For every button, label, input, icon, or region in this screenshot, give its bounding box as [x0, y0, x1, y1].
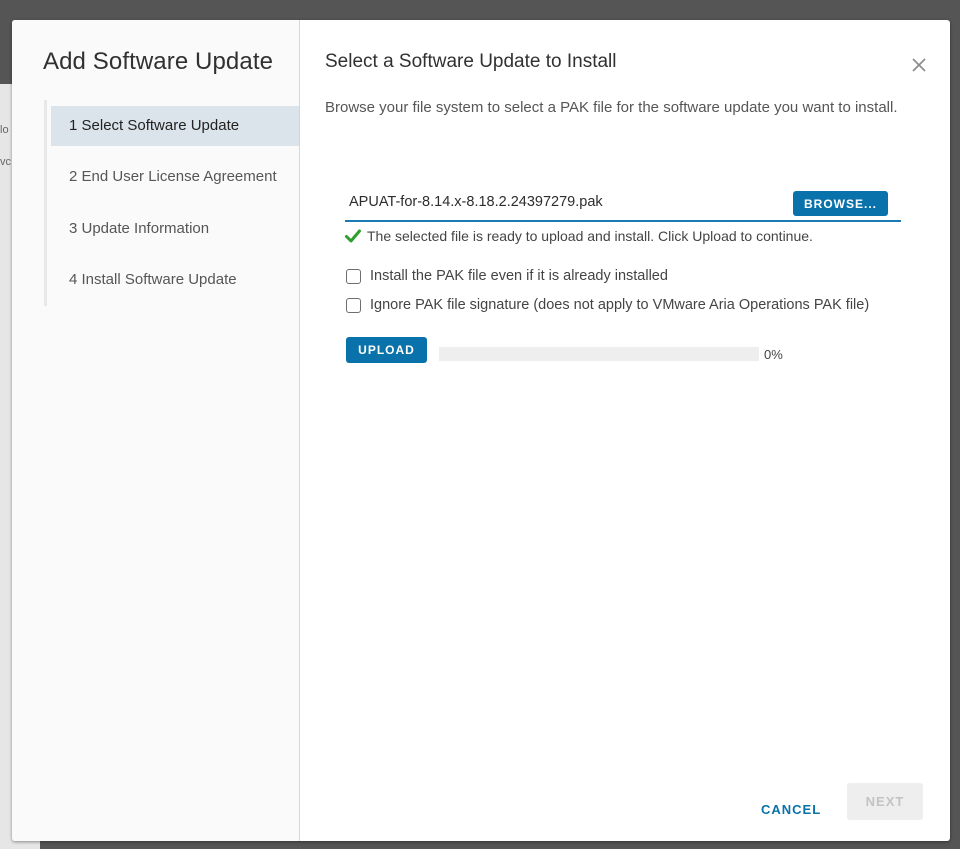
upload-button[interactable]: UPLOAD: [346, 337, 427, 363]
option-reinstall: Install the PAK file even if it is alrea…: [346, 268, 668, 284]
cancel-button[interactable]: CANCEL: [761, 794, 821, 826]
step-rail: [44, 100, 47, 306]
ignore-signature-checkbox[interactable]: [346, 297, 361, 313]
file-input[interactable]: APUAT-for-8.14.x-8.18.2.24397279.pak BRO…: [345, 188, 901, 222]
upload-progress-bar: [439, 347, 759, 361]
upload-progress-label: 0%: [764, 347, 783, 362]
add-software-update-dialog: Add Software Update 1 Select Software Up…: [12, 20, 950, 841]
background-text-fragment: vc: [0, 156, 11, 168]
browse-button[interactable]: BROWSE...: [793, 191, 888, 216]
content-title: Select a Software Update to Install: [325, 51, 617, 72]
background-text-fragment: lo: [0, 124, 9, 136]
file-status-message: The selected file is ready to upload and…: [345, 228, 813, 244]
wizard-title: Add Software Update: [43, 48, 274, 75]
selected-file-name: APUAT-for-8.14.x-8.18.2.24397279.pak: [349, 194, 603, 210]
reinstall-checkbox-label[interactable]: Install the PAK file even if it is alrea…: [370, 268, 668, 284]
wizard-step-eula[interactable]: 2 End User License Agreement: [51, 157, 299, 197]
reinstall-checkbox[interactable]: [346, 268, 361, 284]
close-icon: [912, 58, 926, 72]
wizard-step-select-software-update[interactable]: 1 Select Software Update: [51, 106, 299, 146]
wizard-step-install-software-update[interactable]: 4 Install Software Update: [51, 260, 299, 300]
check-icon: [345, 229, 361, 243]
status-text: The selected file is ready to upload and…: [367, 228, 813, 244]
close-button[interactable]: [910, 56, 928, 74]
option-ignore-signature: Ignore PAK file signature (does not appl…: [346, 297, 869, 313]
wizard-content: Select a Software Update to Install Brow…: [300, 20, 950, 841]
ignore-signature-checkbox-label[interactable]: Ignore PAK file signature (does not appl…: [370, 297, 869, 313]
description-text: Browse your file system to select a PAK …: [325, 99, 898, 116]
wizard-sidebar: Add Software Update 1 Select Software Up…: [12, 20, 300, 841]
wizard-step-update-information[interactable]: 3 Update Information: [51, 209, 299, 249]
next-button[interactable]: NEXT: [847, 783, 923, 820]
